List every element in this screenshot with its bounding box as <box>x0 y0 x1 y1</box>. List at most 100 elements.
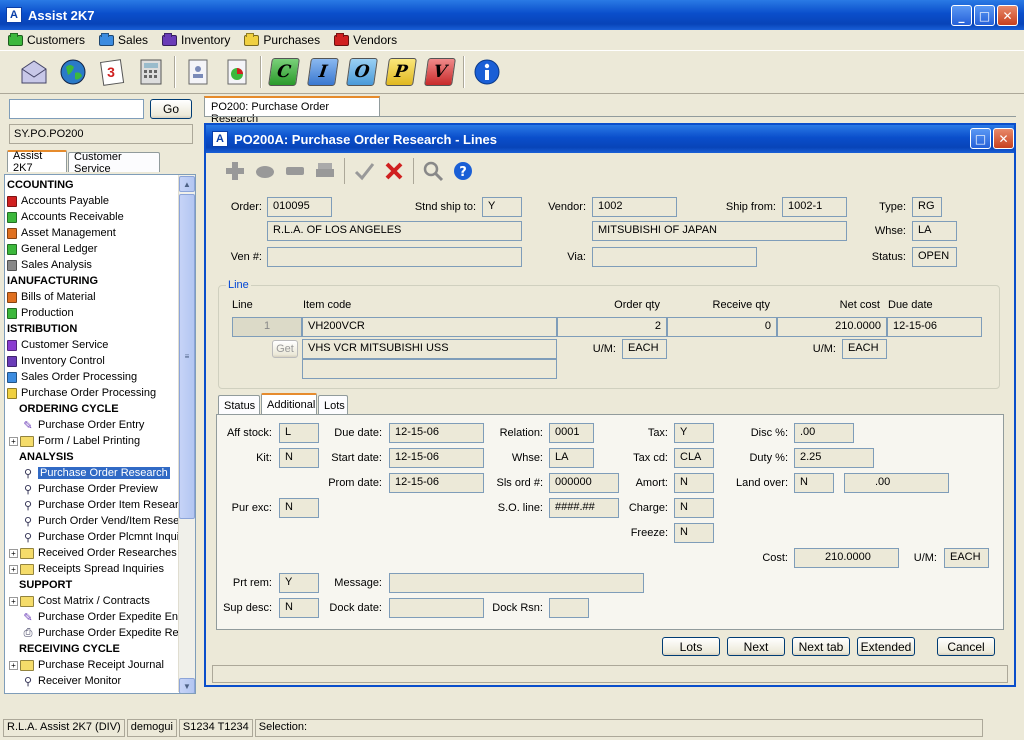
calculator-button[interactable] <box>135 56 167 88</box>
expand-icon[interactable]: + <box>9 660 18 670</box>
info-button[interactable] <box>471 56 503 88</box>
minimize-button[interactable]: _ <box>951 5 972 26</box>
vendor-field[interactable]: 1002 <box>592 197 677 217</box>
expand-icon[interactable]: + <box>9 564 18 574</box>
tree-item[interactable]: + Form / Label Printing <box>9 433 140 449</box>
item-description-field[interactable]: VHS VCR MITSUBISHI USS <box>302 339 557 359</box>
scroll-down-button[interactable]: ▼ <box>179 678 195 693</box>
menu-customers[interactable]: Customers <box>8 32 85 47</box>
tree-item[interactable]: Asset Management <box>7 225 116 241</box>
tree-item[interactable]: Purchase Order Processing <box>7 385 156 401</box>
help-icon[interactable]: ? <box>452 160 474 182</box>
web-button[interactable] <box>57 56 89 88</box>
search-icon[interactable] <box>422 160 444 182</box>
print-icon[interactable] <box>314 160 336 182</box>
tab-status[interactable]: Status <box>218 395 260 415</box>
tree-item[interactable]: Inventory Control <box>7 353 105 369</box>
um-field-2[interactable]: EACH <box>842 339 887 359</box>
due-date-field[interactable]: 12-15-06 <box>887 317 982 337</box>
tree-vertical-scrollbar[interactable]: ▲ ≡ ▼ <box>178 175 195 693</box>
inner-maximize-button[interactable]: □ <box>970 128 991 149</box>
search-input[interactable] <box>9 99 144 119</box>
reports-button[interactable] <box>221 56 253 88</box>
calendar-button[interactable]: 3 <box>96 56 128 88</box>
tree-item[interactable]: ⎙ Purchase Order Expedite Re <box>9 625 179 641</box>
item-code-field[interactable]: VH200VCR <box>302 317 557 337</box>
expand-icon[interactable]: + <box>9 548 18 558</box>
additional-um-field[interactable]: EACH <box>944 548 989 568</box>
customers-letter-button[interactable]: C <box>268 56 300 88</box>
tree-item[interactable]: + Received Order Researches <box>9 545 177 561</box>
close-button[interactable]: ✕ <box>997 5 1018 26</box>
scroll-up-button[interactable]: ▲ <box>179 176 195 192</box>
scroll-thumb[interactable]: ≡ <box>179 194 195 519</box>
additional-due-date-field[interactable]: 12-15-06 <box>389 423 484 443</box>
start-date-field[interactable]: 12-15-06 <box>389 448 484 468</box>
sup-desc-field[interactable]: N <box>279 598 319 618</box>
expand-icon[interactable]: + <box>9 436 18 446</box>
kit-field[interactable]: N <box>279 448 319 468</box>
cost-field[interactable]: 210.0000 <box>794 548 899 568</box>
tree-item[interactable]: Sales Order Processing <box>7 369 137 385</box>
inner-close-button[interactable]: ✕ <box>993 128 1014 149</box>
extended-button[interactable]: Extended <box>857 637 915 656</box>
tax-field[interactable]: Y <box>674 423 714 443</box>
next-tab-button[interactable]: Next tab <box>792 637 850 656</box>
tree-item[interactable]: Customer Service <box>7 337 108 353</box>
freeze-field[interactable]: N <box>674 523 714 543</box>
land-over-amount-field[interactable]: .00 <box>844 473 949 493</box>
tree-item[interactable]: ⚲ Purchase Order Preview <box>9 481 158 497</box>
receive-qty-field[interactable]: 0 <box>667 317 777 337</box>
type-field[interactable]: RG <box>912 197 942 217</box>
pur-exc-field[interactable]: N <box>279 498 319 518</box>
menu-purchases[interactable]: Purchases <box>244 32 320 47</box>
tree-item[interactable]: Production <box>7 305 74 321</box>
tree-item[interactable]: + Receipts Spread Inquiries <box>9 561 164 577</box>
tree-item[interactable]: ⚲ Purch Order Vend/Item Rese <box>9 513 179 529</box>
vendor-name-field[interactable]: MITSUBISHI OF JAPAN <box>592 221 847 241</box>
tree-item[interactable]: ✎ Purchase Order Entry <box>9 417 144 433</box>
lots-button[interactable]: Lots <box>662 637 720 656</box>
expand-icon[interactable]: + <box>9 596 18 606</box>
contacts-button[interactable] <box>182 56 214 88</box>
cancel-button[interactable]: Cancel <box>937 637 995 656</box>
aff-stock-field[interactable]: L <box>279 423 319 443</box>
tree-item[interactable]: + Cost Matrix / Contracts <box>9 593 150 609</box>
go-button[interactable]: Go <box>150 99 192 119</box>
charge-field[interactable]: N <box>674 498 714 518</box>
menu-inventory[interactable]: Inventory <box>162 32 230 47</box>
next-button[interactable]: Next <box>727 637 785 656</box>
tab-po200[interactable]: PO200: Purchase Order Research <box>204 96 380 125</box>
via-field[interactable] <box>592 247 757 267</box>
sls-ord-field[interactable]: 000000 <box>549 473 619 493</box>
tab-customer-service[interactable]: Customer Service <box>68 151 160 175</box>
tree-item[interactable]: + Purchase Receipt Journal <box>9 657 164 673</box>
status-field[interactable]: OPEN <box>912 247 957 267</box>
whse-field[interactable]: LA <box>912 221 957 241</box>
get-button[interactable]: Get <box>272 340 298 358</box>
tree-item[interactable]: Sales Analysis <box>7 257 92 273</box>
additional-whse-field[interactable]: LA <box>549 448 594 468</box>
tree-item[interactable]: Accounts Payable <box>7 193 109 209</box>
tree-item[interactable]: General Ledger <box>7 241 97 257</box>
purchases-letter-button[interactable]: P <box>385 56 417 88</box>
order-qty-field[interactable]: 2 <box>557 317 667 337</box>
tree-item[interactable]: ⚲ Purchase Order Research <box>9 465 170 481</box>
mail-button[interactable] <box>18 56 50 88</box>
checkmark-icon[interactable] <box>353 160 375 182</box>
menu-sales[interactable]: Sales <box>99 32 148 47</box>
tree-item[interactable]: ⚲ Purchase Order Plcmnt Inqui <box>9 529 179 545</box>
tree-item[interactable]: Accounts Receivable <box>7 209 124 225</box>
um-field-1[interactable]: EACH <box>622 339 667 359</box>
prt-rem-field[interactable]: Y <box>279 573 319 593</box>
tree-item[interactable]: ✎ Purchase Order Expedite Ent <box>9 609 181 625</box>
dock-date-field[interactable] <box>389 598 484 618</box>
tab-assist-2k7[interactable]: Assist 2K7 <box>7 150 67 174</box>
land-over-field[interactable]: N <box>794 473 834 493</box>
tax-cd-field[interactable]: CLA <box>674 448 714 468</box>
item-description2-field[interactable] <box>302 359 557 379</box>
orders-letter-button[interactable]: O <box>346 56 378 88</box>
menu-vendors[interactable]: Vendors <box>334 32 397 47</box>
ven-field[interactable] <box>267 247 522 267</box>
customer-name-field[interactable]: R.L.A. OF LOS ANGELES <box>267 221 522 241</box>
